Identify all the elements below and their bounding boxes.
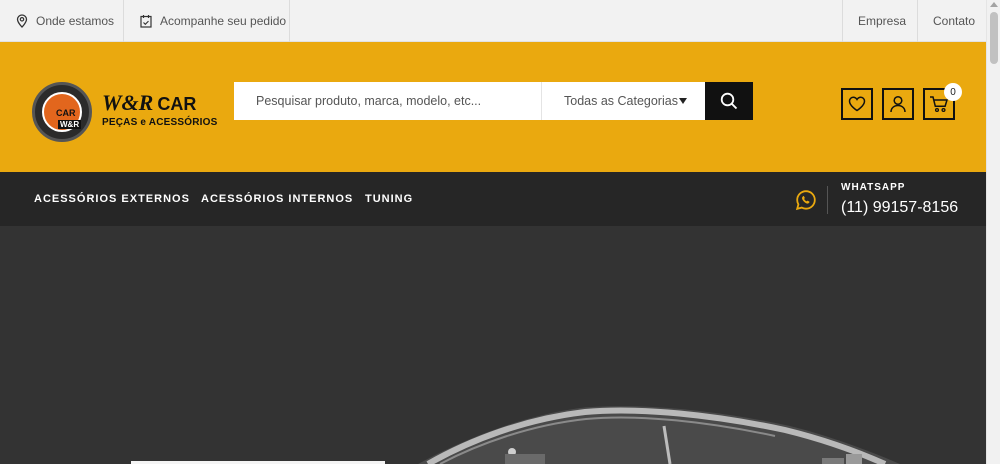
company-label: Empresa <box>858 14 907 28</box>
site-header: CAR W&R W&RCAR PEÇAS e ACESSÓRIOS Todas … <box>0 42 986 172</box>
scroll-up-arrow-icon[interactable] <box>990 2 998 7</box>
topbar-divider <box>123 0 124 42</box>
hero-banner <box>0 226 986 464</box>
logo-badge-mid-text: W&R <box>58 120 82 129</box>
page-scrollbar[interactable] <box>986 0 1000 464</box>
logo-badge-top-text: CAR <box>56 108 76 118</box>
calendar-icon <box>140 15 152 28</box>
nav-item-internal-accessories[interactable]: ACESSÓRIOS INTERNOS <box>201 172 353 226</box>
user-icon <box>890 95 906 113</box>
track-order-label: Acompanhe seu pedido <box>160 14 287 28</box>
logo-wordmark: W&R CAR PEÇAS e ACESSÓRIOS <box>102 92 222 132</box>
logo-brand-car: CAR <box>157 94 197 114</box>
main-navigation: ACESSÓRIOS EXTERNOS ACESSÓRIOS INTERNOS … <box>0 172 986 226</box>
scrollbar-thumb[interactable] <box>990 12 998 64</box>
where-we-are-link[interactable]: Onde estamos <box>16 0 114 42</box>
category-select[interactable]: Todas as Categorias <box>542 82 705 120</box>
car-silhouette-image <box>418 406 900 464</box>
logo-tagline: PEÇAS e ACESSÓRIOS <box>102 117 218 128</box>
whatsapp-label: WHATSAPP <box>841 182 906 193</box>
track-order-link[interactable]: Acompanhe seu pedido <box>140 0 286 42</box>
whatsapp-icon <box>795 190 816 211</box>
search-button[interactable] <box>705 82 753 120</box>
map-pin-icon <box>16 14 28 28</box>
whatsapp-divider <box>827 186 828 214</box>
contact-label: Contato <box>933 14 976 28</box>
category-select-value: Todas as Categorias <box>564 94 678 108</box>
company-link[interactable]: Empresa <box>858 0 906 42</box>
heart-icon <box>848 96 866 112</box>
logo-brand-name: W&R <box>102 90 154 115</box>
topbar-divider <box>917 0 918 42</box>
logo-badge: CAR W&R <box>32 82 92 142</box>
nav-item-external-accessories[interactable]: ACESSÓRIOS EXTERNOS <box>34 172 190 226</box>
nav-item-tuning[interactable]: TUNING <box>365 172 413 226</box>
where-we-are-label: Onde estamos <box>36 14 115 28</box>
topbar-divider <box>289 0 290 42</box>
search-input[interactable] <box>234 82 541 120</box>
wishlist-button[interactable] <box>841 88 873 120</box>
caret-down-icon <box>679 98 687 104</box>
top-utility-bar: Onde estamos Acompanhe seu pedido Empres… <box>0 0 986 42</box>
whatsapp-phone: (11) 99157-8156 <box>841 199 959 216</box>
cart-count-badge: 0 <box>944 83 962 101</box>
logo-brand: W&R CAR <box>102 92 222 115</box>
account-button[interactable] <box>882 88 914 120</box>
logo-badge-inner: CAR W&R <box>42 92 82 132</box>
search-bar: Todas as Categorias <box>234 82 753 120</box>
topbar-divider <box>842 0 843 42</box>
contact-link[interactable]: Contato <box>933 0 975 42</box>
search-icon <box>720 92 738 110</box>
